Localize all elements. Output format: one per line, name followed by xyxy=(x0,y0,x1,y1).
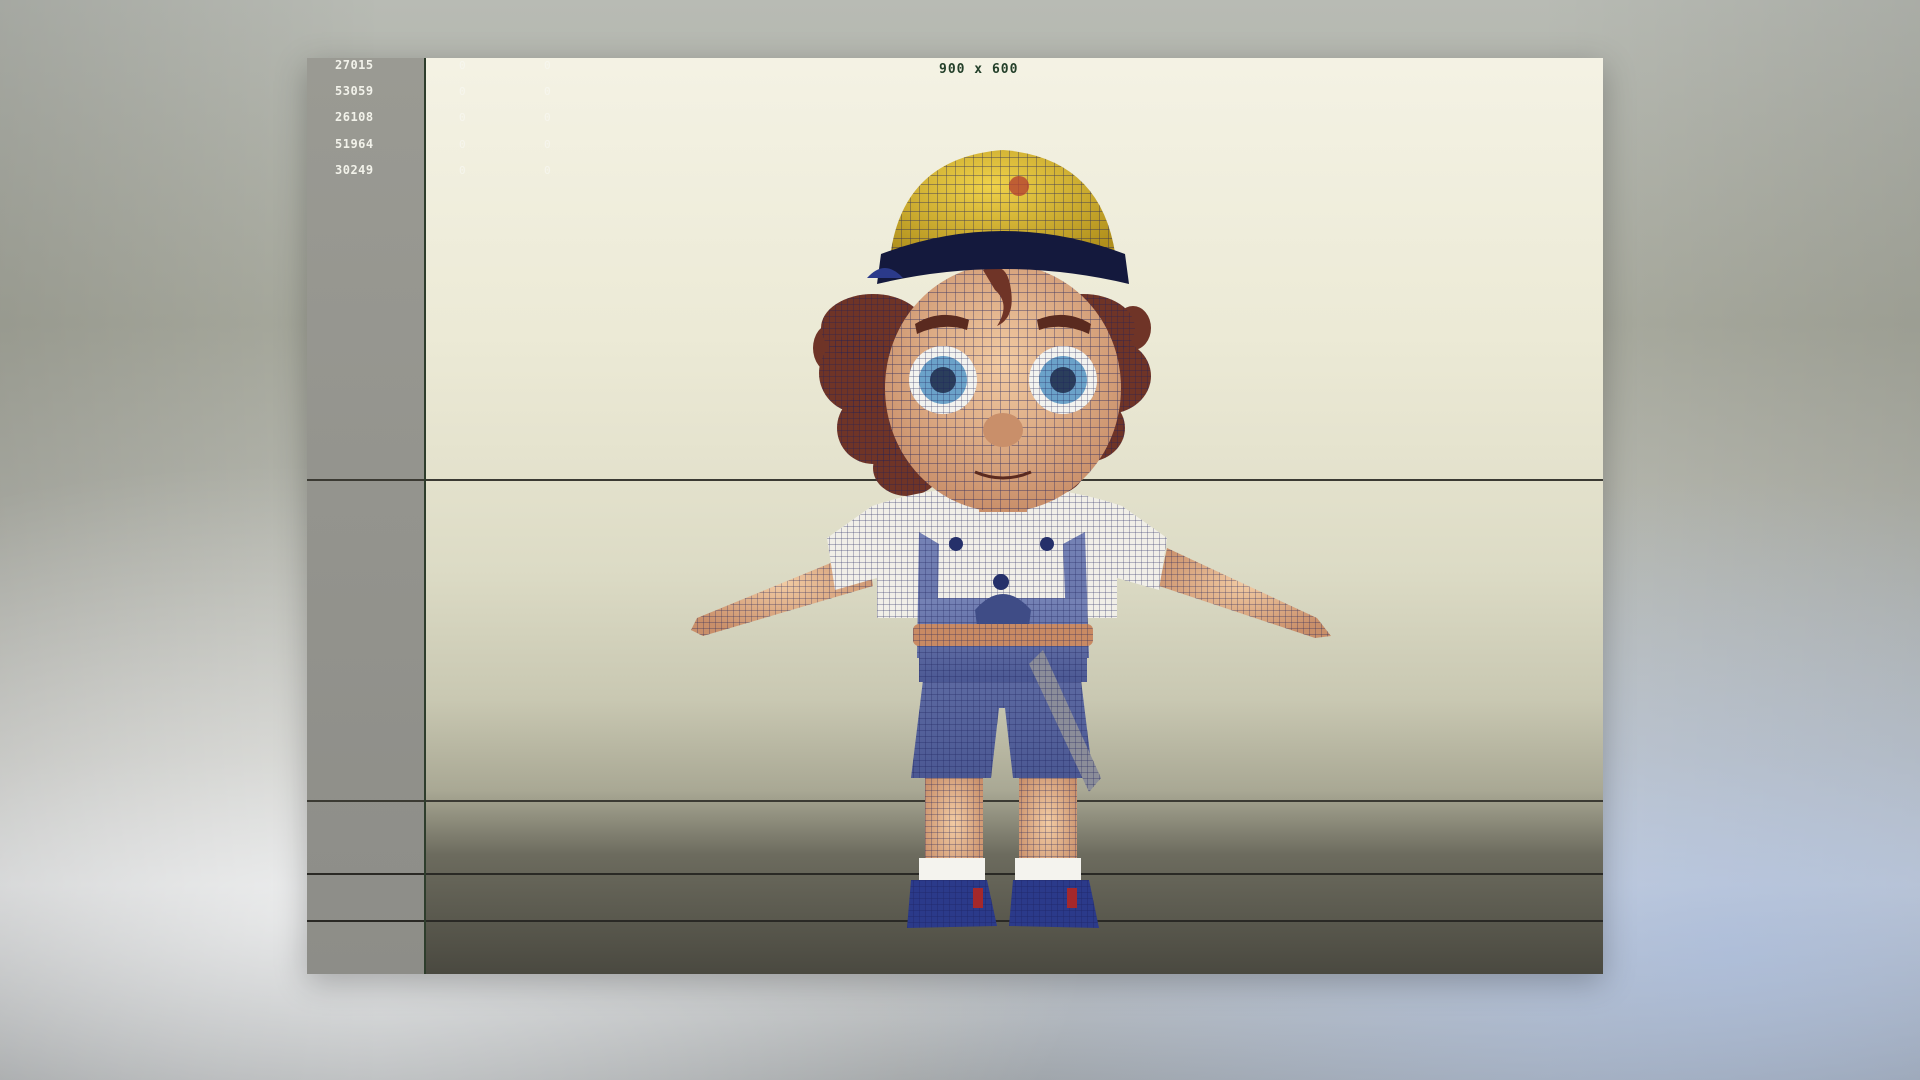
maya-viewport-frame: 27015 0 0 53059 0 0 26108 0 0 51964 0 0 … xyxy=(307,58,1603,974)
head xyxy=(885,264,1121,512)
helmet xyxy=(867,150,1129,284)
character-model-icon[interactable] xyxy=(307,58,1603,974)
shoes xyxy=(907,880,1099,928)
legs xyxy=(919,778,1081,890)
